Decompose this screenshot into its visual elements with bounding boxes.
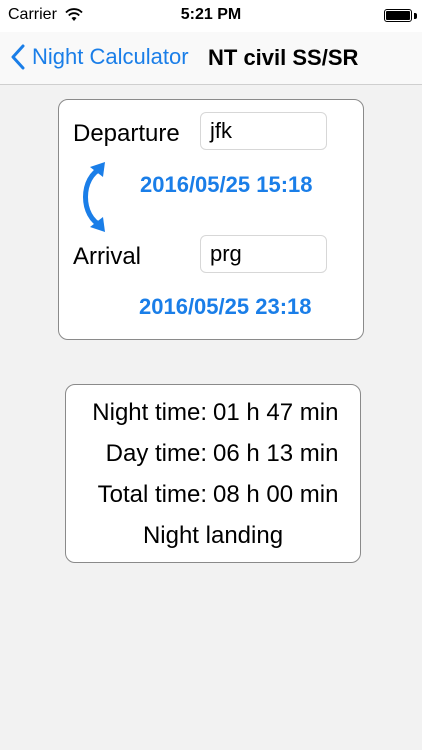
night-landing-status: Night landing — [142, 522, 284, 549]
navigation-bar: Night Calculator NT civil SS/SR — [0, 32, 422, 85]
back-button[interactable]: Night Calculator — [10, 42, 189, 72]
departure-input[interactable]: jfk — [200, 112, 327, 150]
page-title: NT civil SS/SR — [208, 45, 359, 70]
arrival-input[interactable]: prg — [200, 235, 327, 273]
back-button-label: Night Calculator — [32, 44, 189, 69]
day-time-value: 06 h 13 min — [213, 440, 339, 467]
arrival-label: Arrival — [73, 243, 142, 270]
battery-icon — [384, 9, 412, 22]
status-time: 5:21 PM — [180, 6, 242, 23]
departure-label: Departure — [73, 120, 180, 147]
day-time-label: Day time: — [105, 440, 207, 467]
battery-tip — [414, 13, 417, 19]
result-card: Night time: 01 h 47 min Day time: 06 h 1… — [65, 384, 361, 563]
departure-datetime[interactable]: 2016/05/25 15:18 — [140, 172, 313, 198]
total-time-label: Total time: — [97, 481, 207, 508]
chevron-left-icon — [11, 44, 25, 70]
route-card: Departure jfk 2016/05/25 15:18 Arrival p… — [58, 99, 364, 340]
night-time-value: 01 h 47 min — [213, 399, 339, 426]
arrival-datetime[interactable]: 2016/05/25 23:18 — [139, 294, 312, 320]
night-time-label: Night time: — [92, 399, 207, 426]
status-bar: Carrier 5:21 PM — [0, 0, 422, 32]
swap-arrows-icon[interactable] — [72, 161, 108, 233]
total-time-value: 08 h 00 min — [213, 481, 339, 508]
